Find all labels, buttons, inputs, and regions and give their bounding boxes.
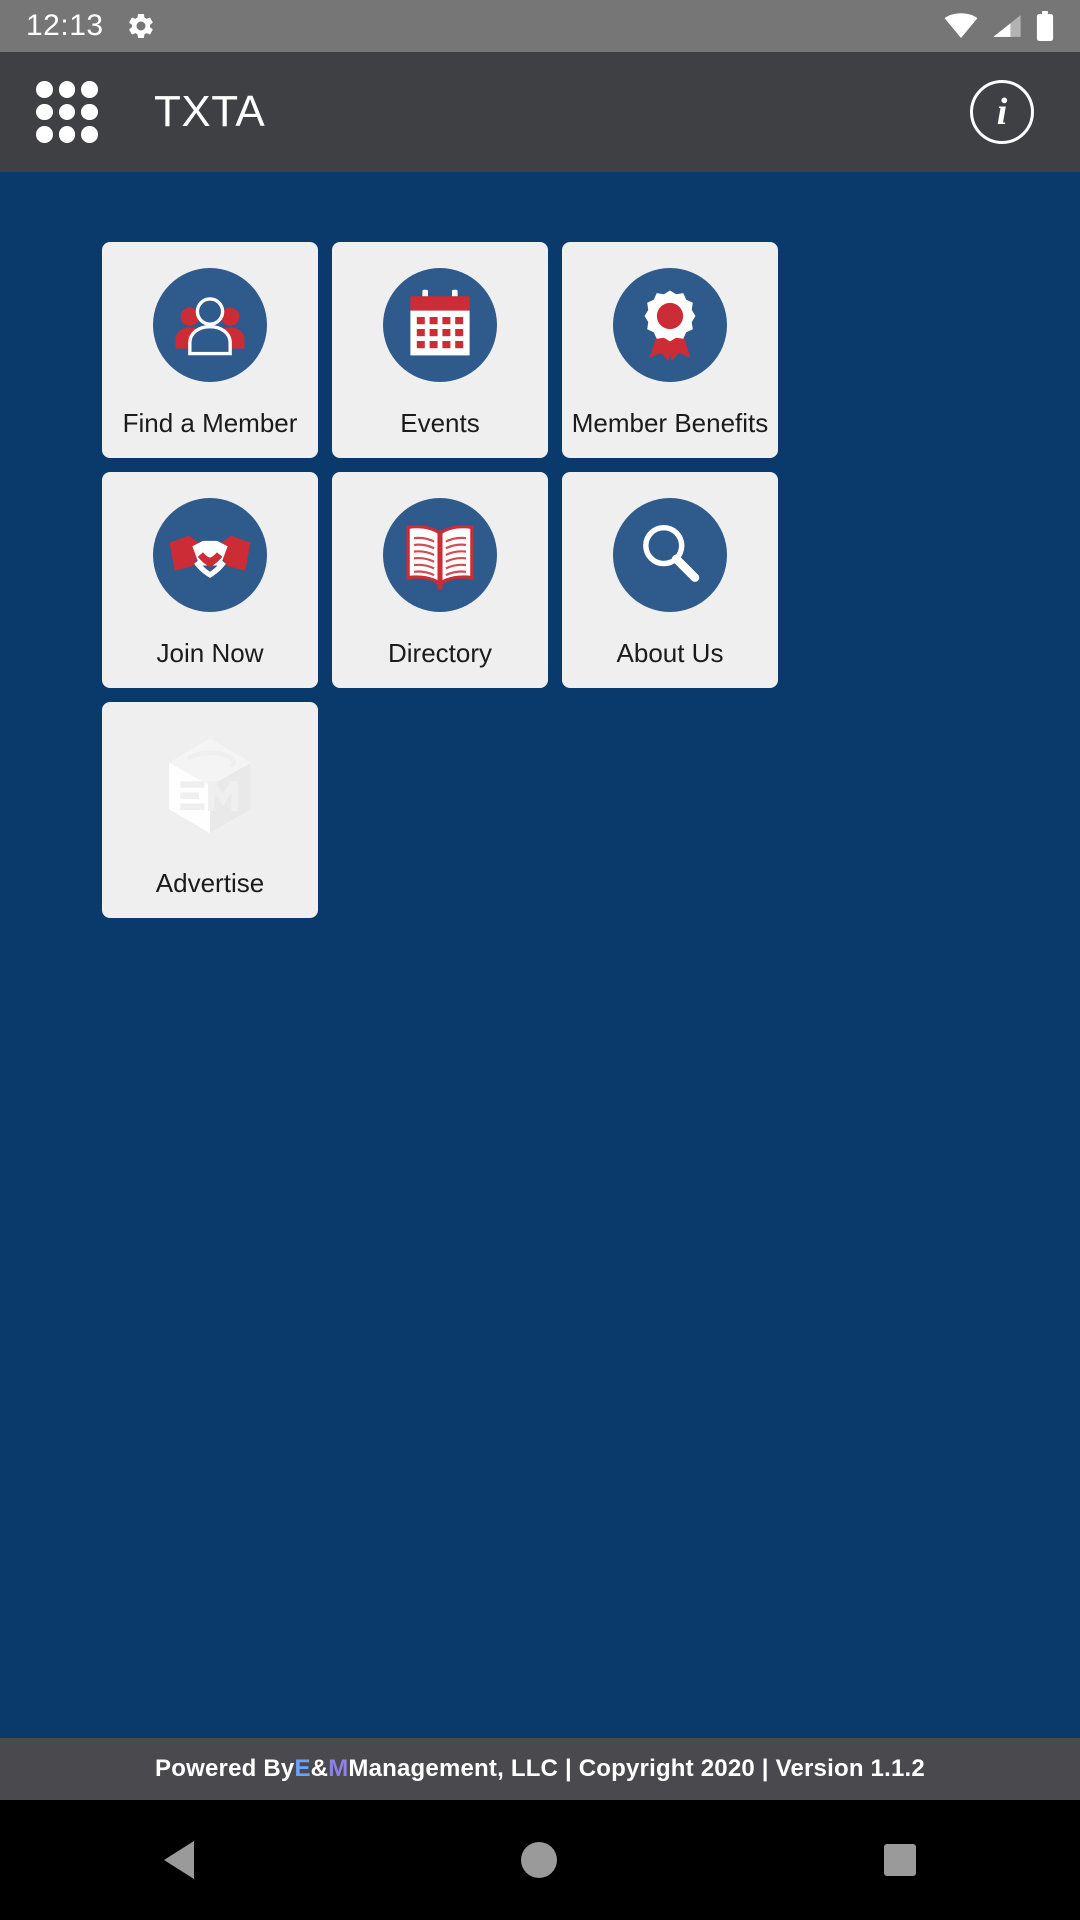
info-icon[interactable]: i: [970, 80, 1034, 144]
cell-signal-icon: [992, 13, 1022, 39]
menu-dot: [58, 103, 76, 121]
footer-brand-m: M: [328, 1755, 349, 1782]
tile-label: Advertise: [155, 868, 265, 898]
menu-dot: [58, 126, 76, 143]
tile-join-now[interactable]: Join Now: [102, 472, 318, 688]
tile-directory[interactable]: Directory: [332, 472, 548, 688]
footer-brand-amp: &: [310, 1755, 329, 1782]
tile-label: Join Now: [156, 638, 264, 668]
tile-label: Directory: [387, 638, 492, 668]
footer-brand-e: E: [294, 1755, 311, 1782]
menu-dot: [36, 126, 53, 143]
people-group-icon: [153, 268, 267, 382]
tile-label: Member Benefits: [571, 408, 769, 438]
menu-dot: [36, 103, 53, 121]
menu-dot: [81, 103, 98, 121]
menu-dot: [81, 126, 98, 143]
tile-grid: Find a Member Events Member Benefits Joi…: [0, 242, 1080, 918]
em-cube-logo-icon: [153, 728, 267, 842]
menu-dot: [81, 81, 98, 98]
handshake-icon: [153, 498, 267, 612]
tile-member-benefits[interactable]: Member Benefits: [562, 242, 778, 458]
tile-label: About Us: [616, 638, 724, 668]
status-bar-clock: 12:13: [26, 9, 104, 42]
android-nav-bar: [0, 1800, 1080, 1920]
gear-icon: [126, 11, 156, 41]
menu-dot: [36, 81, 53, 98]
app-bar: TXTA i: [0, 52, 1080, 172]
footer-suffix: Management, LLC | Copyright 2020 | Versi…: [348, 1755, 925, 1782]
footer-prefix: Powered By: [155, 1755, 295, 1782]
status-bar: 12:13: [0, 0, 1080, 52]
magnifying-glass-icon: [613, 498, 727, 612]
tile-label: Events: [400, 408, 480, 438]
award-ribbon-icon: [613, 268, 727, 382]
tile-events[interactable]: Events: [332, 242, 548, 458]
main-content: Find a Member Events Member Benefits Joi…: [0, 172, 1080, 1760]
back-triangle-icon[interactable]: [163, 1841, 194, 1879]
battery-icon: [1036, 11, 1054, 41]
app-title: TXTA: [154, 87, 266, 136]
wifi-icon: [944, 13, 978, 39]
tile-label: Find a Member: [122, 408, 298, 438]
home-circle-icon[interactable]: [520, 1842, 557, 1878]
tile-find-a-member[interactable]: Find a Member: [102, 242, 318, 458]
footer-bar: Powered By E & M Management, LLC | Copyrig…: [0, 1738, 1080, 1800]
tile-about-us[interactable]: About Us: [562, 472, 778, 688]
tile-advertise[interactable]: Advertise: [102, 702, 318, 918]
status-bar-right: [944, 11, 1054, 41]
recents-square-icon[interactable]: [884, 1844, 917, 1876]
calendar-icon: [383, 268, 497, 382]
status-bar-left: 12:13: [26, 9, 156, 43]
open-book-icon: [383, 498, 497, 612]
menu-dot: [58, 81, 76, 98]
grid-dots-menu-icon[interactable]: [36, 81, 98, 143]
